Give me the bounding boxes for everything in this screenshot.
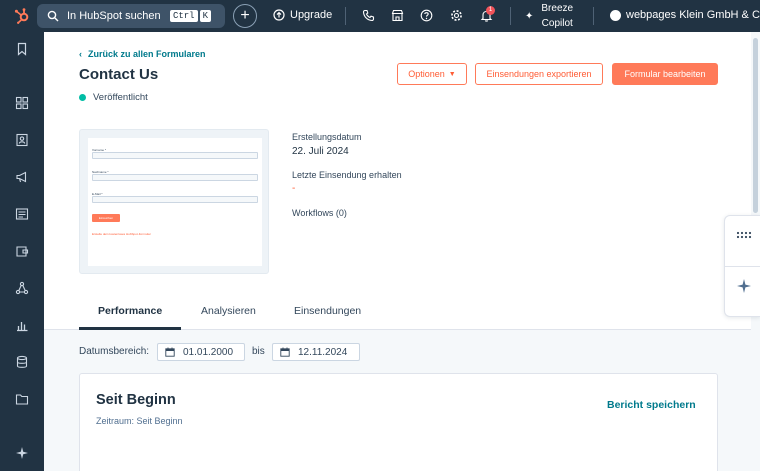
contacts-icon[interactable] (15, 133, 29, 147)
left-sidebar (0, 32, 44, 471)
account-name: webpages Klein GmbH & Co. (626, 9, 760, 21)
bookmark-icon[interactable] (15, 42, 29, 56)
copilot-label-line1: Breeze (541, 3, 574, 14)
back-link-label: Zurück zu allen Formularen (88, 49, 206, 59)
database-icon[interactable] (15, 355, 29, 369)
phone-icon[interactable] (362, 9, 375, 22)
account-avatar (610, 9, 621, 21)
status-label: Veröffentlicht (93, 92, 148, 103)
topbar-divider (510, 7, 511, 25)
date-from-input[interactable]: 01.01.2000 (157, 343, 245, 361)
calendar-icon (280, 347, 290, 357)
chevron-left-icon: ‹ (79, 49, 82, 59)
calendar-icon (165, 347, 175, 357)
edit-form-button[interactable]: Formular bearbeiten (612, 63, 718, 85)
tab-einsendungen[interactable]: Einsendungen (294, 305, 361, 317)
scrollbar-thumb[interactable] (753, 38, 758, 213)
preview-input (92, 174, 258, 181)
folder-icon[interactable] (15, 392, 29, 406)
account-menu[interactable]: webpages Klein GmbH & Co. (610, 9, 760, 21)
upgrade-label: Upgrade (290, 9, 333, 21)
panel-divider (725, 266, 760, 267)
status-published: Veröffentlicht (79, 92, 148, 103)
ai-sparkle-icon[interactable] (736, 278, 752, 294)
export-label: Einsendungen exportieren (486, 69, 592, 79)
apps-grid-icon[interactable] (15, 96, 29, 110)
caret-down-icon: ▼ (448, 70, 456, 78)
help-icon[interactable] (420, 9, 433, 22)
create-plus-button[interactable]: + (233, 4, 257, 28)
tab-performance[interactable]: Performance (98, 305, 162, 317)
preview-submit-button: Einreichen (92, 214, 120, 222)
save-report-link[interactable]: Bericht speichern (607, 399, 696, 411)
form-preview-paper: Vorname * Nachname * E-Mail * Einreichen… (88, 138, 262, 266)
preview-input (92, 152, 258, 159)
workflows-network-icon[interactable] (15, 281, 29, 295)
shortcut-key-ctrl: Ctrl (169, 10, 198, 22)
status-dot (79, 94, 86, 101)
search-label: In HubSpot suchen (67, 10, 161, 22)
back-to-forms-link[interactable]: ‹ Zurück zu allen Formularen (79, 49, 206, 59)
copilot-label-line2: Copilot (541, 18, 573, 29)
keypad-dots-icon[interactable] (736, 231, 752, 239)
preview-input (92, 196, 258, 203)
form-preview-thumbnail[interactable]: Vorname * Nachname * E-Mail * Einreichen… (79, 129, 269, 274)
preview-footer: Erstelle dein kostenloses HubSpot-Formul… (92, 232, 151, 236)
floating-side-panel (724, 215, 760, 317)
date-range-label: Datumsbereich: (79, 346, 150, 357)
date-range-separator: bis (252, 346, 265, 357)
workflows-link[interactable]: Workflows (0) (292, 208, 347, 218)
last-submission-label: Letzte Einsendung erhalten (292, 170, 402, 180)
report-card-subtitle: Zeitraum: Seit Beginn (96, 416, 183, 426)
options-label: Optionen (408, 69, 445, 79)
report-card-title: Seit Beginn (96, 392, 176, 408)
options-dropdown-button[interactable]: Optionen ▼ (397, 63, 467, 85)
created-date-value: 22. Juli 2024 (292, 146, 349, 157)
edit-label: Formular bearbeiten (624, 69, 706, 79)
date-to-input[interactable]: 12.11.2024 (272, 343, 360, 361)
settings-gear-icon[interactable] (450, 9, 463, 22)
date-from-value: 01.01.2000 (183, 346, 234, 358)
performance-panel: Datumsbereich: 01.01.2000 bis 12.11.2024… (44, 330, 751, 471)
search-icon (47, 10, 59, 22)
sales-wallet-icon[interactable] (15, 244, 29, 258)
preview-footer-link: Erstelle dein kostenloses HubSpot-Formul… (92, 232, 151, 236)
reports-chart-icon[interactable] (15, 318, 29, 332)
topbar-divider (345, 7, 346, 25)
main-content: ‹ Zurück zu allen Formularen Contact Us … (44, 32, 751, 471)
sparkle-icon: ✦ (525, 10, 534, 22)
page-title: Contact Us (79, 66, 159, 83)
date-to-value: 12.11.2024 (298, 346, 348, 358)
created-date-label: Erstellungsdatum (292, 132, 362, 142)
report-card: Seit Beginn Zeitraum: Seit Beginn Berich… (79, 373, 718, 471)
tab-analysieren[interactable]: Analysieren (201, 305, 256, 317)
top-navigation-bar: In HubSpot suchen Ctrl K + Upgrade 1 ✦ B… (0, 0, 760, 32)
breeze-copilot-button[interactable]: ✦ Breeze Copilot (525, 1, 573, 31)
marketing-megaphone-icon[interactable] (15, 170, 29, 184)
last-submission-value: - (292, 183, 296, 194)
marketplace-icon[interactable] (391, 9, 404, 22)
topbar-divider (593, 7, 594, 25)
notification-badge: 1 (486, 6, 495, 15)
breeze-sparkle-icon[interactable] (15, 446, 29, 460)
shortcut-key-k: K (199, 10, 211, 22)
global-search-input[interactable]: In HubSpot suchen Ctrl K (37, 4, 225, 28)
content-icon[interactable] (15, 207, 29, 221)
export-submissions-button[interactable]: Einsendungen exportieren (475, 63, 603, 85)
upgrade-button[interactable]: Upgrade (273, 9, 332, 21)
upgrade-arrow-icon (273, 9, 285, 21)
